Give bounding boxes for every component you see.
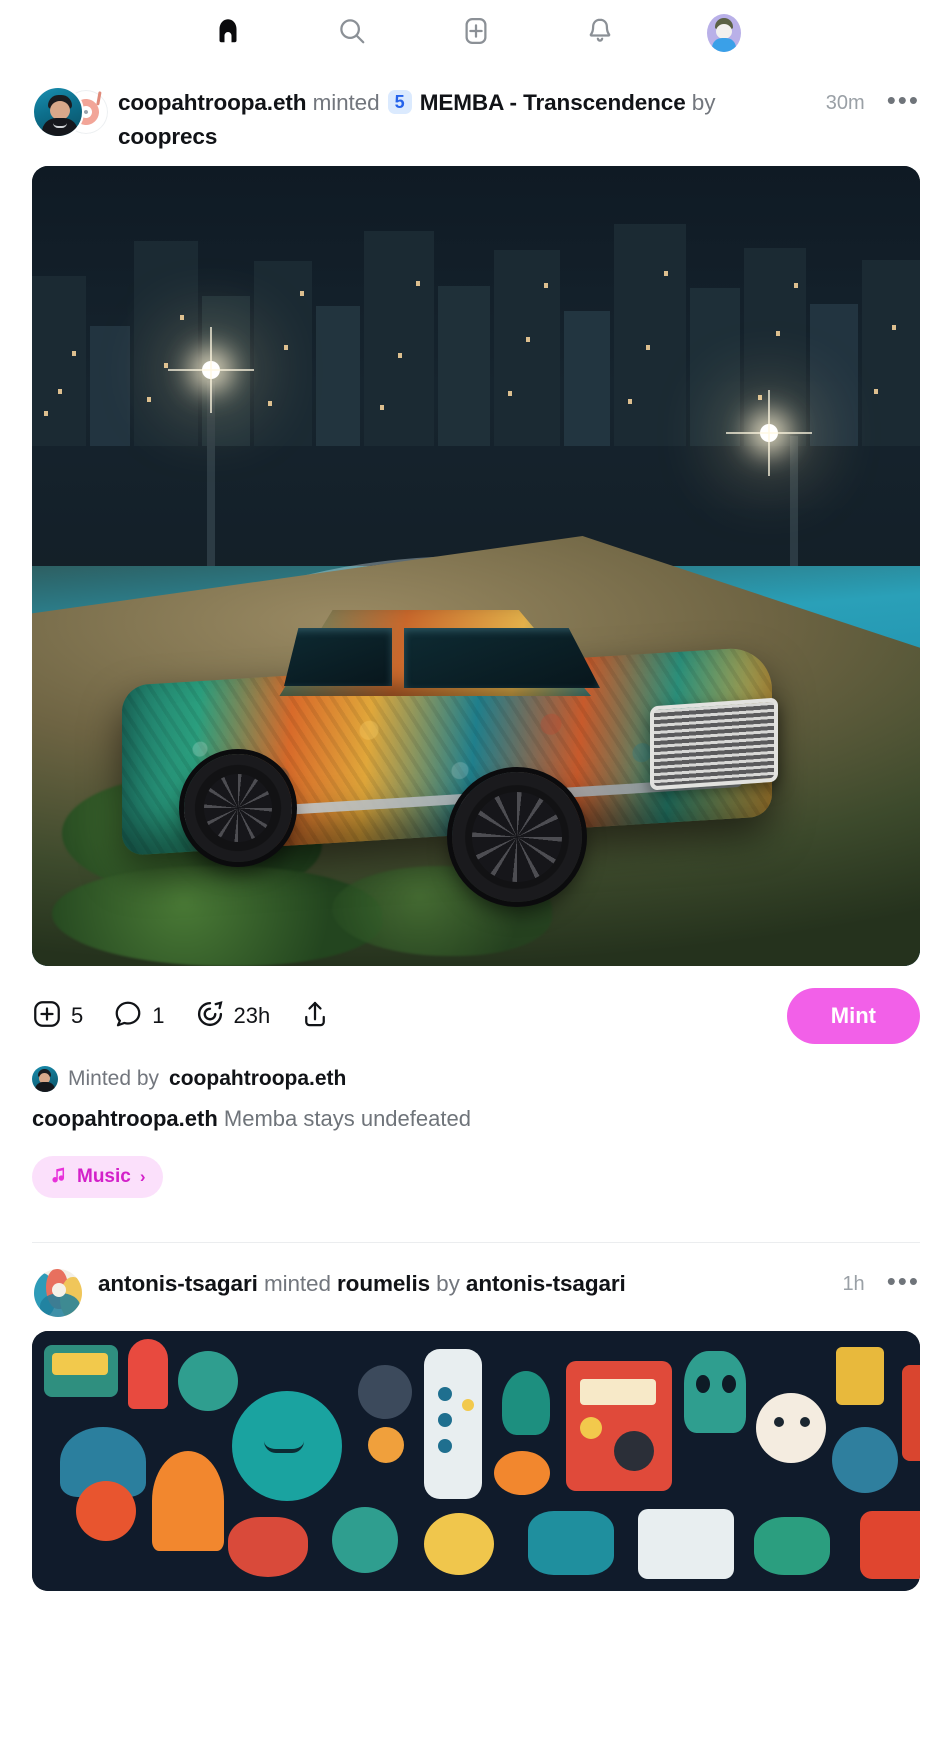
- share-icon: [300, 999, 330, 1034]
- category-tag-music[interactable]: Music ›: [32, 1156, 163, 1198]
- post-timestamp: 1h: [842, 1273, 865, 1295]
- caption-text: Memba stays undefeated: [223, 1106, 471, 1131]
- user-avatar-image: [32, 86, 84, 138]
- post-header-text: antonis-tsagari minted roumelis by anton…: [98, 1265, 828, 1301]
- caption-author[interactable]: coopahtroopa.eth: [32, 1106, 218, 1131]
- time-remaining: 23h: [233, 1003, 271, 1028]
- music-note-icon: [49, 1165, 68, 1189]
- chevron-right-icon: ›: [139, 1167, 146, 1186]
- plus-square-icon: [32, 999, 62, 1034]
- post-action-bar: 5 1 23h Mint: [32, 966, 920, 1050]
- comment-count: 1: [152, 1003, 165, 1028]
- post-header-text: coopahtroopa.eth minted 5 MEMBA - Transc…: [118, 84, 812, 154]
- share-action[interactable]: [300, 999, 330, 1034]
- minted-by-row[interactable]: Minted by coopahtroopa.eth: [32, 1050, 920, 1092]
- artwork-lens-flare: [726, 390, 812, 476]
- nav-search-button[interactable]: [330, 11, 374, 55]
- post-header: antonis-tsagari minted roumelis by anton…: [32, 1243, 920, 1331]
- post-media-image[interactable]: [32, 166, 920, 966]
- post: antonis-tsagari minted roumelis by anton…: [0, 1243, 952, 1591]
- post-more-button[interactable]: •••: [887, 87, 920, 113]
- post-actor[interactable]: antonis-tsagari: [98, 1271, 258, 1296]
- post-verb: minted: [263, 1271, 331, 1296]
- tag-label: Music: [77, 1166, 131, 1187]
- artwork-skyline: [32, 186, 920, 446]
- artwork-lens-flare: [168, 327, 254, 413]
- feed: coopahtroopa.eth minted 5 MEMBA - Transc…: [0, 62, 952, 1591]
- post-creator[interactable]: antonis-tsagari: [466, 1271, 626, 1296]
- post-caption: coopahtroopa.eth Memba stays undefeated: [32, 1092, 920, 1134]
- nav-notifications-button[interactable]: [578, 11, 622, 55]
- comment-icon: [113, 999, 143, 1034]
- post-more-button[interactable]: •••: [887, 1268, 920, 1294]
- nav-profile-button[interactable]: [702, 11, 746, 55]
- avatar-icon: [707, 14, 741, 52]
- artwork-doodle: [32, 1331, 920, 1591]
- post-item-title[interactable]: roumelis: [337, 1271, 430, 1296]
- comment-action[interactable]: 1: [113, 999, 165, 1034]
- nav-home-button[interactable]: [206, 11, 250, 55]
- countdown-action[interactable]: 23h: [195, 999, 271, 1034]
- timer-icon: [195, 999, 225, 1034]
- mint-count-badge: 5: [387, 90, 412, 114]
- post-actor[interactable]: coopahtroopa.eth: [118, 90, 307, 115]
- post-header: coopahtroopa.eth minted 5 MEMBA - Transc…: [32, 62, 920, 166]
- bell-icon: [585, 16, 615, 51]
- plus-square-icon: [461, 16, 491, 51]
- post: coopahtroopa.eth minted 5 MEMBA - Transc…: [0, 62, 952, 1198]
- post-header-meta: 30m •••: [826, 84, 920, 115]
- mint-button[interactable]: Mint: [786, 988, 920, 1044]
- user-avatar-image: [32, 1267, 84, 1319]
- nav-create-button[interactable]: [454, 11, 498, 55]
- post-timestamp: 30m: [825, 92, 865, 114]
- mint-count: 5: [71, 1003, 84, 1028]
- minted-by-user[interactable]: coopahtroopa.eth: [169, 1067, 346, 1091]
- home-icon: [213, 16, 243, 51]
- mint-action[interactable]: 5: [32, 999, 83, 1034]
- post-item-title[interactable]: MEMBA - Transcendence: [420, 90, 686, 115]
- avatar[interactable]: [32, 86, 110, 138]
- search-icon: [337, 16, 367, 51]
- avatar[interactable]: [32, 1267, 84, 1319]
- post-media-image[interactable]: [32, 1331, 920, 1591]
- post-tag-row: Music ›: [32, 1134, 920, 1198]
- post-verb: minted: [312, 90, 380, 115]
- post-header-meta: 1h •••: [842, 1265, 920, 1296]
- post-by-label: by: [436, 1271, 460, 1296]
- post-creator[interactable]: cooprecs: [118, 124, 217, 149]
- minted-by-label: Minted by: [68, 1067, 160, 1090]
- top-navigation: [0, 0, 952, 62]
- artwork-car: [122, 606, 778, 906]
- minter-avatar: [32, 1066, 58, 1092]
- post-by-label: by: [691, 90, 716, 115]
